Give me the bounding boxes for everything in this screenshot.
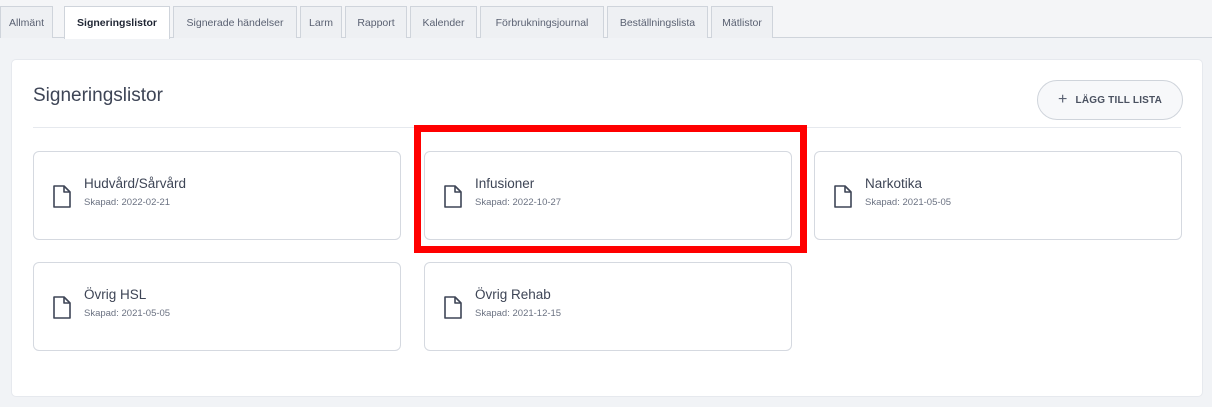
add-list-button-label: LÄGG TILL LISTA — [1075, 94, 1163, 106]
list-name: Hudvård/Sårvård — [84, 176, 187, 191]
document-icon — [444, 185, 462, 208]
list-card-infusioner[interactable]: Infusioner Skapad: 2022-10-27 — [424, 151, 792, 240]
list-name: Infusioner — [475, 176, 535, 191]
list-created-date: Skapad: 2021-05-05 — [865, 197, 952, 208]
list-card-narkotika[interactable]: Narkotika Skapad: 2021-05-05 — [814, 151, 1182, 240]
list-name: Övrig HSL — [84, 287, 147, 302]
list-name: Övrig Rehab — [475, 287, 551, 302]
list-card-ovrig-rehab[interactable]: Övrig Rehab Skapad: 2021-12-15 — [424, 262, 792, 351]
tab-matlistor[interactable]: Mätlistor — [711, 6, 773, 38]
page-title: Signeringslistor — [33, 85, 163, 106]
signeringslistor-panel: Signeringslistor + LÄGG TILL LISTA Hudvå… — [12, 60, 1202, 396]
tab-allmant[interactable]: Allmänt — [0, 6, 53, 38]
list-card-ovrig-hsl[interactable]: Övrig HSL Skapad: 2021-05-05 — [33, 262, 401, 351]
list-created-date: Skapad: 2022-02-21 — [84, 197, 171, 208]
document-icon — [444, 296, 462, 319]
list-created-date: Skapad: 2022-10-27 — [475, 197, 562, 208]
header-divider — [33, 127, 1181, 128]
tab-rapport[interactable]: Rapport — [345, 6, 407, 38]
add-list-button[interactable]: + LÄGG TILL LISTA — [1037, 80, 1183, 120]
tab-signerade-handelser[interactable]: Signerade händelser — [173, 6, 297, 38]
document-icon — [834, 185, 852, 208]
tab-bestallningslista[interactable]: Beställningslista — [607, 6, 708, 38]
tab-larm[interactable]: Larm — [300, 6, 342, 38]
plus-icon: + — [1057, 91, 1068, 108]
tab-signeringslistor[interactable]: Signeringslistor — [64, 6, 170, 39]
document-icon — [53, 296, 71, 319]
list-card-hudvard-sarvard[interactable]: Hudvård/Sårvård Skapad: 2022-02-21 — [33, 151, 401, 240]
list-name: Narkotika — [865, 176, 923, 191]
list-created-date: Skapad: 2021-12-15 — [475, 308, 562, 319]
tab-bar: Allmänt Signeringslistor Signerade hände… — [0, 0, 1212, 39]
tab-forbrukningsjournal[interactable]: Förbrukningsjournal — [480, 6, 604, 38]
document-icon — [53, 185, 71, 208]
tab-kalender[interactable]: Kalender — [410, 6, 477, 38]
list-created-date: Skapad: 2021-05-05 — [84, 308, 171, 319]
